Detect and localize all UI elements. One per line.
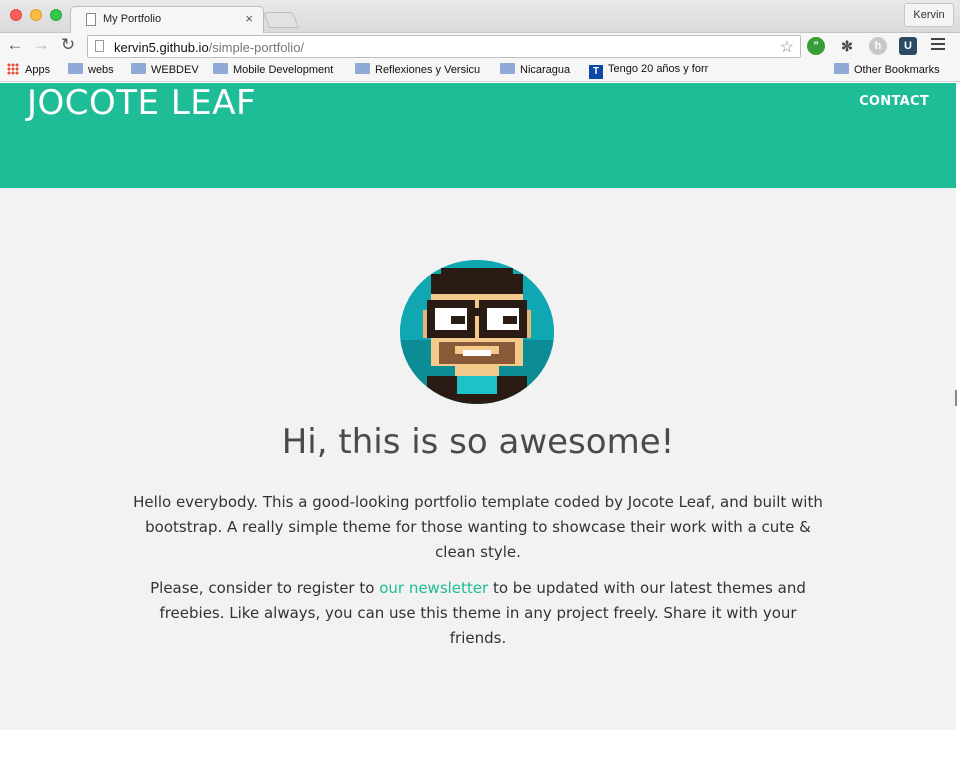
newsletter-paragraph: Please, consider to register to our news… bbox=[130, 576, 826, 651]
page-icon bbox=[95, 40, 104, 52]
bookmark-label: WEBDEV bbox=[151, 64, 199, 76]
folder-icon bbox=[131, 63, 146, 74]
url-host: kervin5.github.io bbox=[114, 40, 209, 55]
browser-titlebar: My Portfolio × Kervin bbox=[0, 0, 960, 34]
back-arrow-icon[interactable]: ← bbox=[5, 35, 25, 55]
bookmark-label: Other Bookmarks bbox=[854, 64, 940, 76]
folder-icon bbox=[68, 63, 83, 74]
bookmark-apps[interactable]: Apps bbox=[7, 63, 50, 79]
menu-icon[interactable] bbox=[931, 38, 945, 52]
minimize-window-button[interactable] bbox=[30, 9, 42, 21]
t-icon: T bbox=[589, 65, 603, 79]
bookmark-label: Apps bbox=[25, 64, 51, 76]
bookmark-label: Nicaragua bbox=[520, 64, 571, 76]
pixel-avatar-icon bbox=[400, 260, 554, 404]
apps-grid-icon bbox=[7, 63, 19, 75]
tab-close-icon[interactable]: × bbox=[245, 11, 253, 26]
url-path: /simple-portfolio/ bbox=[208, 40, 305, 55]
bug-extension-icon[interactable]: ✼ bbox=[838, 37, 856, 55]
bookmark-star-icon[interactable]: ☆ bbox=[780, 37, 794, 57]
folder-icon bbox=[213, 63, 228, 74]
avatar bbox=[400, 260, 554, 404]
bookmark-label: Mobile Development bbox=[233, 64, 334, 76]
bookmark-webs[interactable]: webs bbox=[68, 63, 114, 79]
bookmark-nicaragua[interactable]: Nicaragua bbox=[500, 63, 570, 79]
site-brand[interactable]: JOCOTE LEAF bbox=[27, 83, 256, 123]
site-header: JOCOTE LEAF CONTACT bbox=[0, 83, 956, 188]
newsletter-link[interactable]: our newsletter bbox=[379, 579, 488, 597]
folder-icon bbox=[834, 63, 849, 74]
bookmarks-bar: Apps webs WEBDEV Mobile Development Refl… bbox=[0, 60, 960, 82]
folder-icon bbox=[355, 63, 370, 74]
para2-before: Please, consider to register to bbox=[150, 579, 380, 597]
url-text: kervin5.github.io/simple-portfolio/ bbox=[114, 40, 304, 55]
profile-button[interactable]: Kervin bbox=[904, 3, 954, 27]
bookmark-tengo-20[interactable]: T Tengo 20 años y forr bbox=[589, 63, 719, 79]
bookmark-webdev[interactable]: WEBDEV bbox=[131, 63, 199, 79]
bookmark-label: webs bbox=[88, 64, 114, 76]
nav-contact-link[interactable]: CONTACT bbox=[859, 94, 929, 109]
forward-arrow-icon[interactable]: → bbox=[31, 35, 51, 55]
folder-icon bbox=[500, 63, 515, 74]
page-icon bbox=[86, 13, 96, 26]
bookmark-mobile-development[interactable]: Mobile Development bbox=[213, 63, 333, 79]
new-tab-button[interactable] bbox=[263, 12, 299, 28]
close-window-button[interactable] bbox=[10, 9, 22, 21]
address-bar[interactable]: kervin5.github.io/simple-portfolio/ ☆ bbox=[87, 35, 801, 58]
tab-my-portfolio[interactable]: My Portfolio × bbox=[70, 6, 264, 34]
scroll-indicator[interactable] bbox=[955, 390, 957, 406]
h-extension-icon[interactable]: h bbox=[869, 37, 887, 55]
reload-icon[interactable]: ↻ bbox=[58, 35, 78, 55]
hangouts-extension-icon[interactable]: ” bbox=[807, 37, 825, 55]
tab-title: My Portfolio bbox=[103, 13, 162, 25]
page-viewport: JOCOTE LEAF CONTACT Hi, this is so aweso… bbox=[0, 83, 956, 767]
bookmark-label: Tengo 20 años y forr bbox=[608, 63, 709, 75]
bookmark-reflexiones[interactable]: Reflexiones y Versicu bbox=[355, 63, 487, 79]
zoom-window-button[interactable] bbox=[50, 9, 62, 21]
intro-paragraph: Hello everybody. This a good-looking por… bbox=[133, 493, 823, 561]
u-extension-icon[interactable]: U bbox=[899, 37, 917, 55]
bookmark-label: Reflexiones y Versicu bbox=[375, 64, 481, 76]
about-section: Hi, this is so awesome! Hello everybody.… bbox=[0, 188, 956, 730]
browser-toolbar: ← → ↻ kervin5.github.io/simple-portfolio… bbox=[0, 33, 960, 60]
page-heading: Hi, this is so awesome! bbox=[281, 422, 675, 462]
bookmark-other[interactable]: Other Bookmarks bbox=[834, 63, 940, 79]
